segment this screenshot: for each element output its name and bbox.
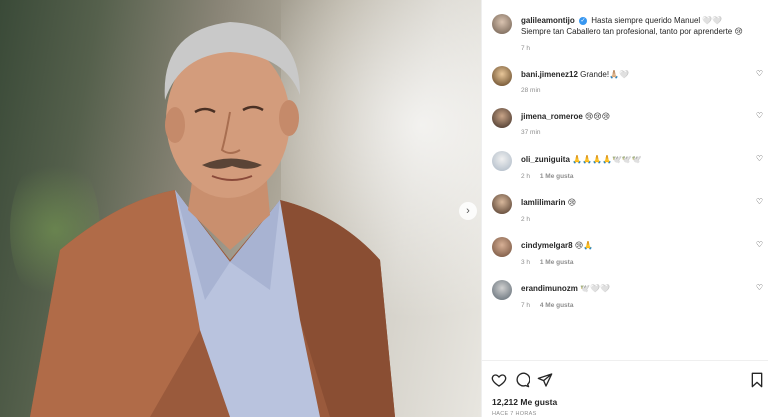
next-photo-icon[interactable]: ›: [459, 202, 477, 220]
comment-text: 😢: [567, 198, 577, 207]
post-photo[interactable]: ›: [0, 0, 481, 417]
avatar[interactable]: [492, 151, 512, 171]
avatar[interactable]: [492, 280, 512, 300]
like-comment-heart-icon[interactable]: ♡: [756, 240, 763, 249]
comment-username[interactable]: jimena_romeroe: [521, 112, 583, 121]
like-comment-heart-icon[interactable]: ♡: [756, 197, 763, 206]
post-time: 7 h: [521, 45, 531, 52]
comment-time: 28 min: [521, 87, 541, 94]
like-comment-heart-icon[interactable]: ♡: [756, 154, 763, 163]
verified-badge-icon: ✓: [579, 16, 588, 25]
comments-panel: galileamontijo ✓ Hasta siempre querido M…: [481, 0, 768, 417]
avatar[interactable]: [492, 108, 512, 128]
comment-text: 🙏🙏🙏🙏🕊️🕊️🕊️: [572, 155, 642, 164]
avatar[interactable]: [492, 14, 512, 34]
comment-bubble-icon[interactable]: [514, 372, 530, 388]
comment-username[interactable]: bani.jimenez12: [521, 70, 578, 79]
comment-username[interactable]: cindymelgar8: [521, 241, 573, 250]
like-comment-heart-icon[interactable]: ♡: [756, 283, 763, 292]
comment-time: 7 h: [521, 302, 531, 309]
comment-likes[interactable]: 1 Me gusta: [540, 259, 574, 266]
comment-time: 2 h: [521, 216, 531, 223]
like-comment-heart-icon[interactable]: ♡: [756, 111, 763, 120]
comment-text: 😢🙏: [574, 241, 594, 250]
comment-username[interactable]: oli_zuniguita: [521, 155, 570, 164]
comment-text: 😢😢😢: [585, 112, 611, 121]
avatar[interactable]: [492, 194, 512, 214]
comment-time: 3 h: [521, 259, 531, 266]
comment-likes[interactable]: 4 Me gusta: [540, 302, 574, 309]
comment-username[interactable]: lamlilimarin: [521, 198, 565, 207]
comment-username[interactable]: erandimunozm: [521, 284, 578, 293]
like-comment-heart-icon[interactable]: ♡: [756, 69, 763, 78]
like-heart-icon[interactable]: [491, 372, 507, 388]
comment-time: 37 min: [521, 129, 541, 136]
comment-text: Grande!🙏🏼🤍: [580, 70, 629, 79]
comment-time: 2 h: [521, 173, 531, 180]
share-send-icon[interactable]: [537, 372, 553, 388]
post-time-ago: HACE 7 HORAS: [492, 411, 537, 417]
avatar[interactable]: [492, 66, 512, 86]
post-actions-bar: 12,212 Me gusta HACE 7 HORAS: [482, 360, 768, 417]
post-username[interactable]: galileamontijo: [521, 16, 575, 25]
portrait-illustration: [30, 22, 395, 417]
comment-likes[interactable]: 1 Me gusta: [540, 173, 574, 180]
save-bookmark-icon[interactable]: [749, 372, 765, 388]
likes-count[interactable]: 12,212 Me gusta: [492, 397, 557, 407]
avatar[interactable]: [492, 237, 512, 257]
comment-text: 🕊️🤍🤍: [580, 284, 611, 293]
